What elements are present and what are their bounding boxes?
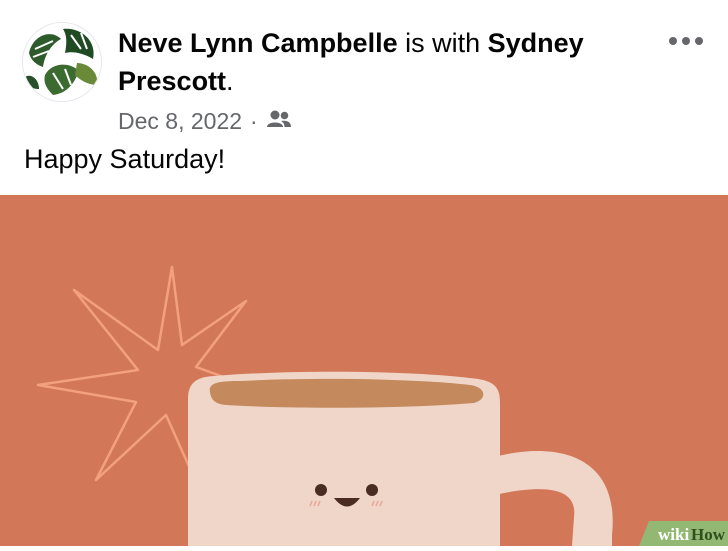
left-eye <box>315 484 327 496</box>
more-options-icon <box>669 37 703 45</box>
author-name-link[interactable]: Neve Lynn Campbelle <box>118 28 398 58</box>
watermark-wiki-text: wiki <box>658 525 689 544</box>
coffee-mug-illustration <box>0 195 728 546</box>
post-image[interactable] <box>0 195 728 546</box>
post-author-line: Neve Lynn Campbelle is with Sydney Presc… <box>118 24 658 100</box>
more-options-button[interactable] <box>664 24 708 58</box>
wikihow-watermark: wiki How <box>639 521 728 546</box>
meta-separator: · <box>250 107 258 134</box>
post-text: Happy Saturday! <box>24 144 226 174</box>
post-meta: Dec 8, 2022 · <box>118 104 292 138</box>
coffee-surface <box>209 378 484 408</box>
friends-icon[interactable] <box>266 108 292 135</box>
post-header: Neve Lynn Campbelle is with Sydney Presc… <box>0 0 728 195</box>
period-text: . <box>226 66 234 96</box>
watermark-how-text: How <box>691 525 726 544</box>
right-eye <box>366 484 378 496</box>
monstera-leaf-avatar-image <box>23 23 101 101</box>
author-avatar[interactable] <box>22 22 102 102</box>
with-text: is with <box>397 28 488 58</box>
post-date-link[interactable]: Dec 8, 2022 <box>118 108 242 135</box>
